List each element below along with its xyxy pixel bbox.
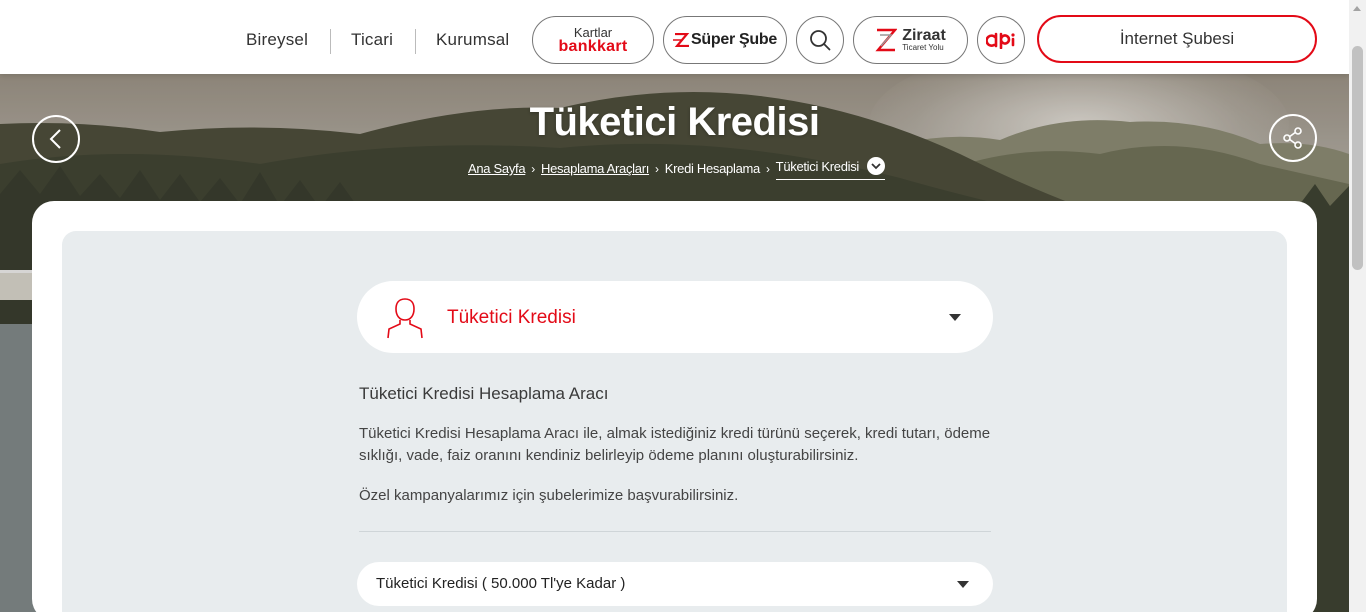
calculator-description: Tüketici Kredisi Hesaplama Aracı ile, al… — [359, 425, 991, 464]
nav-kurumsal[interactable]: Kurumsal — [436, 30, 509, 50]
breadcrumb-current-label: Tüketici Kredisi — [775, 158, 860, 174]
scroll-up-arrow-icon[interactable] — [1353, 6, 1361, 11]
breadcrumb-hesaplama-araclari[interactable]: Hesaplama Araçları — [541, 161, 649, 176]
breadcrumb-dropdown-toggle[interactable] — [867, 157, 886, 175]
credit-type-label: Tüketici Kredisi — [447, 307, 576, 328]
loan-product-select[interactable]: Tüketici Kredisi ( 50.000 Tl'ye Kadar ) — [357, 562, 993, 606]
super-sube-button[interactable]: Süper Şube — [663, 16, 787, 64]
nav-divider — [415, 29, 416, 54]
page-title: Tüketici Kredisi — [529, 100, 820, 144]
nav-ticari[interactable]: Ticari — [351, 30, 393, 50]
calculator-card: Tüketici Kredisi Tüketici Kredisi Hesapl… — [32, 201, 1317, 612]
section-divider — [359, 531, 991, 532]
breadcrumb-home[interactable]: Ana Sayfa — [468, 161, 526, 176]
user-icon — [387, 298, 423, 339]
scrollbar-thumb[interactable] — [1352, 46, 1363, 270]
ziraat-wordmark: Ziraat Ticaret Yolu — [902, 28, 946, 52]
api-logo-icon — [986, 32, 1015, 49]
calculator-panel: Tüketici Kredisi Tüketici Kredisi Hesapl… — [62, 231, 1287, 612]
breadcrumb-current[interactable]: Tüketici Kredisi — [775, 157, 886, 180]
breadcrumb-kredi-hesaplama[interactable]: Kredi Hesaplama — [665, 161, 761, 176]
caret-down-icon — [949, 314, 961, 321]
caret-down-icon — [957, 581, 969, 588]
nav-divider — [330, 29, 331, 54]
breadcrumb: Ana Sayfa › Hesaplama Araçları › Kredi H… — [468, 157, 886, 180]
breadcrumb-chevron-icon: › — [765, 161, 770, 176]
credit-type-select[interactable]: Tüketici Kredisi — [357, 281, 993, 353]
bankkart-logo: bankkart — [558, 37, 628, 55]
nav-bireysel[interactable]: Bireysel — [246, 30, 308, 50]
campaign-note: Özel kampanyalarımız için şubelerimize b… — [359, 487, 739, 504]
bankkart-top-label: Kartlar — [573, 24, 613, 40]
super-sube-logo-icon — [673, 33, 690, 47]
calculator-title: Tüketici Kredisi Hesaplama Aracı — [359, 384, 609, 403]
ziraat-sub: Ticaret Yolu — [902, 43, 944, 52]
super-sube-label: Süper Şube — [691, 31, 777, 48]
api-button[interactable] — [977, 16, 1025, 64]
search-icon — [810, 30, 831, 51]
ziraat-ticaret-yolu-button[interactable]: Ziraat Ticaret Yolu — [853, 16, 968, 64]
top-header: Bireysel Ticari Kurumsal Kartlar bankkar… — [0, 0, 1349, 74]
page-scrollbar[interactable] — [1349, 0, 1366, 612]
loan-product-label: Tüketici Kredisi ( 50.000 Tl'ye Kadar ) — [376, 575, 626, 592]
ziraat-name: Ziraat — [902, 27, 946, 44]
search-button[interactable] — [796, 16, 844, 64]
internet-subesi-button[interactable]: İnternet Şubesi — [1037, 15, 1317, 63]
chevron-down-icon — [871, 162, 881, 169]
breadcrumb-chevron-icon: › — [531, 161, 535, 176]
breadcrumb-chevron-icon: › — [655, 161, 659, 176]
ziraat-logo-icon — [875, 28, 898, 52]
bankkart-button[interactable]: Kartlar bankkart — [532, 16, 654, 64]
